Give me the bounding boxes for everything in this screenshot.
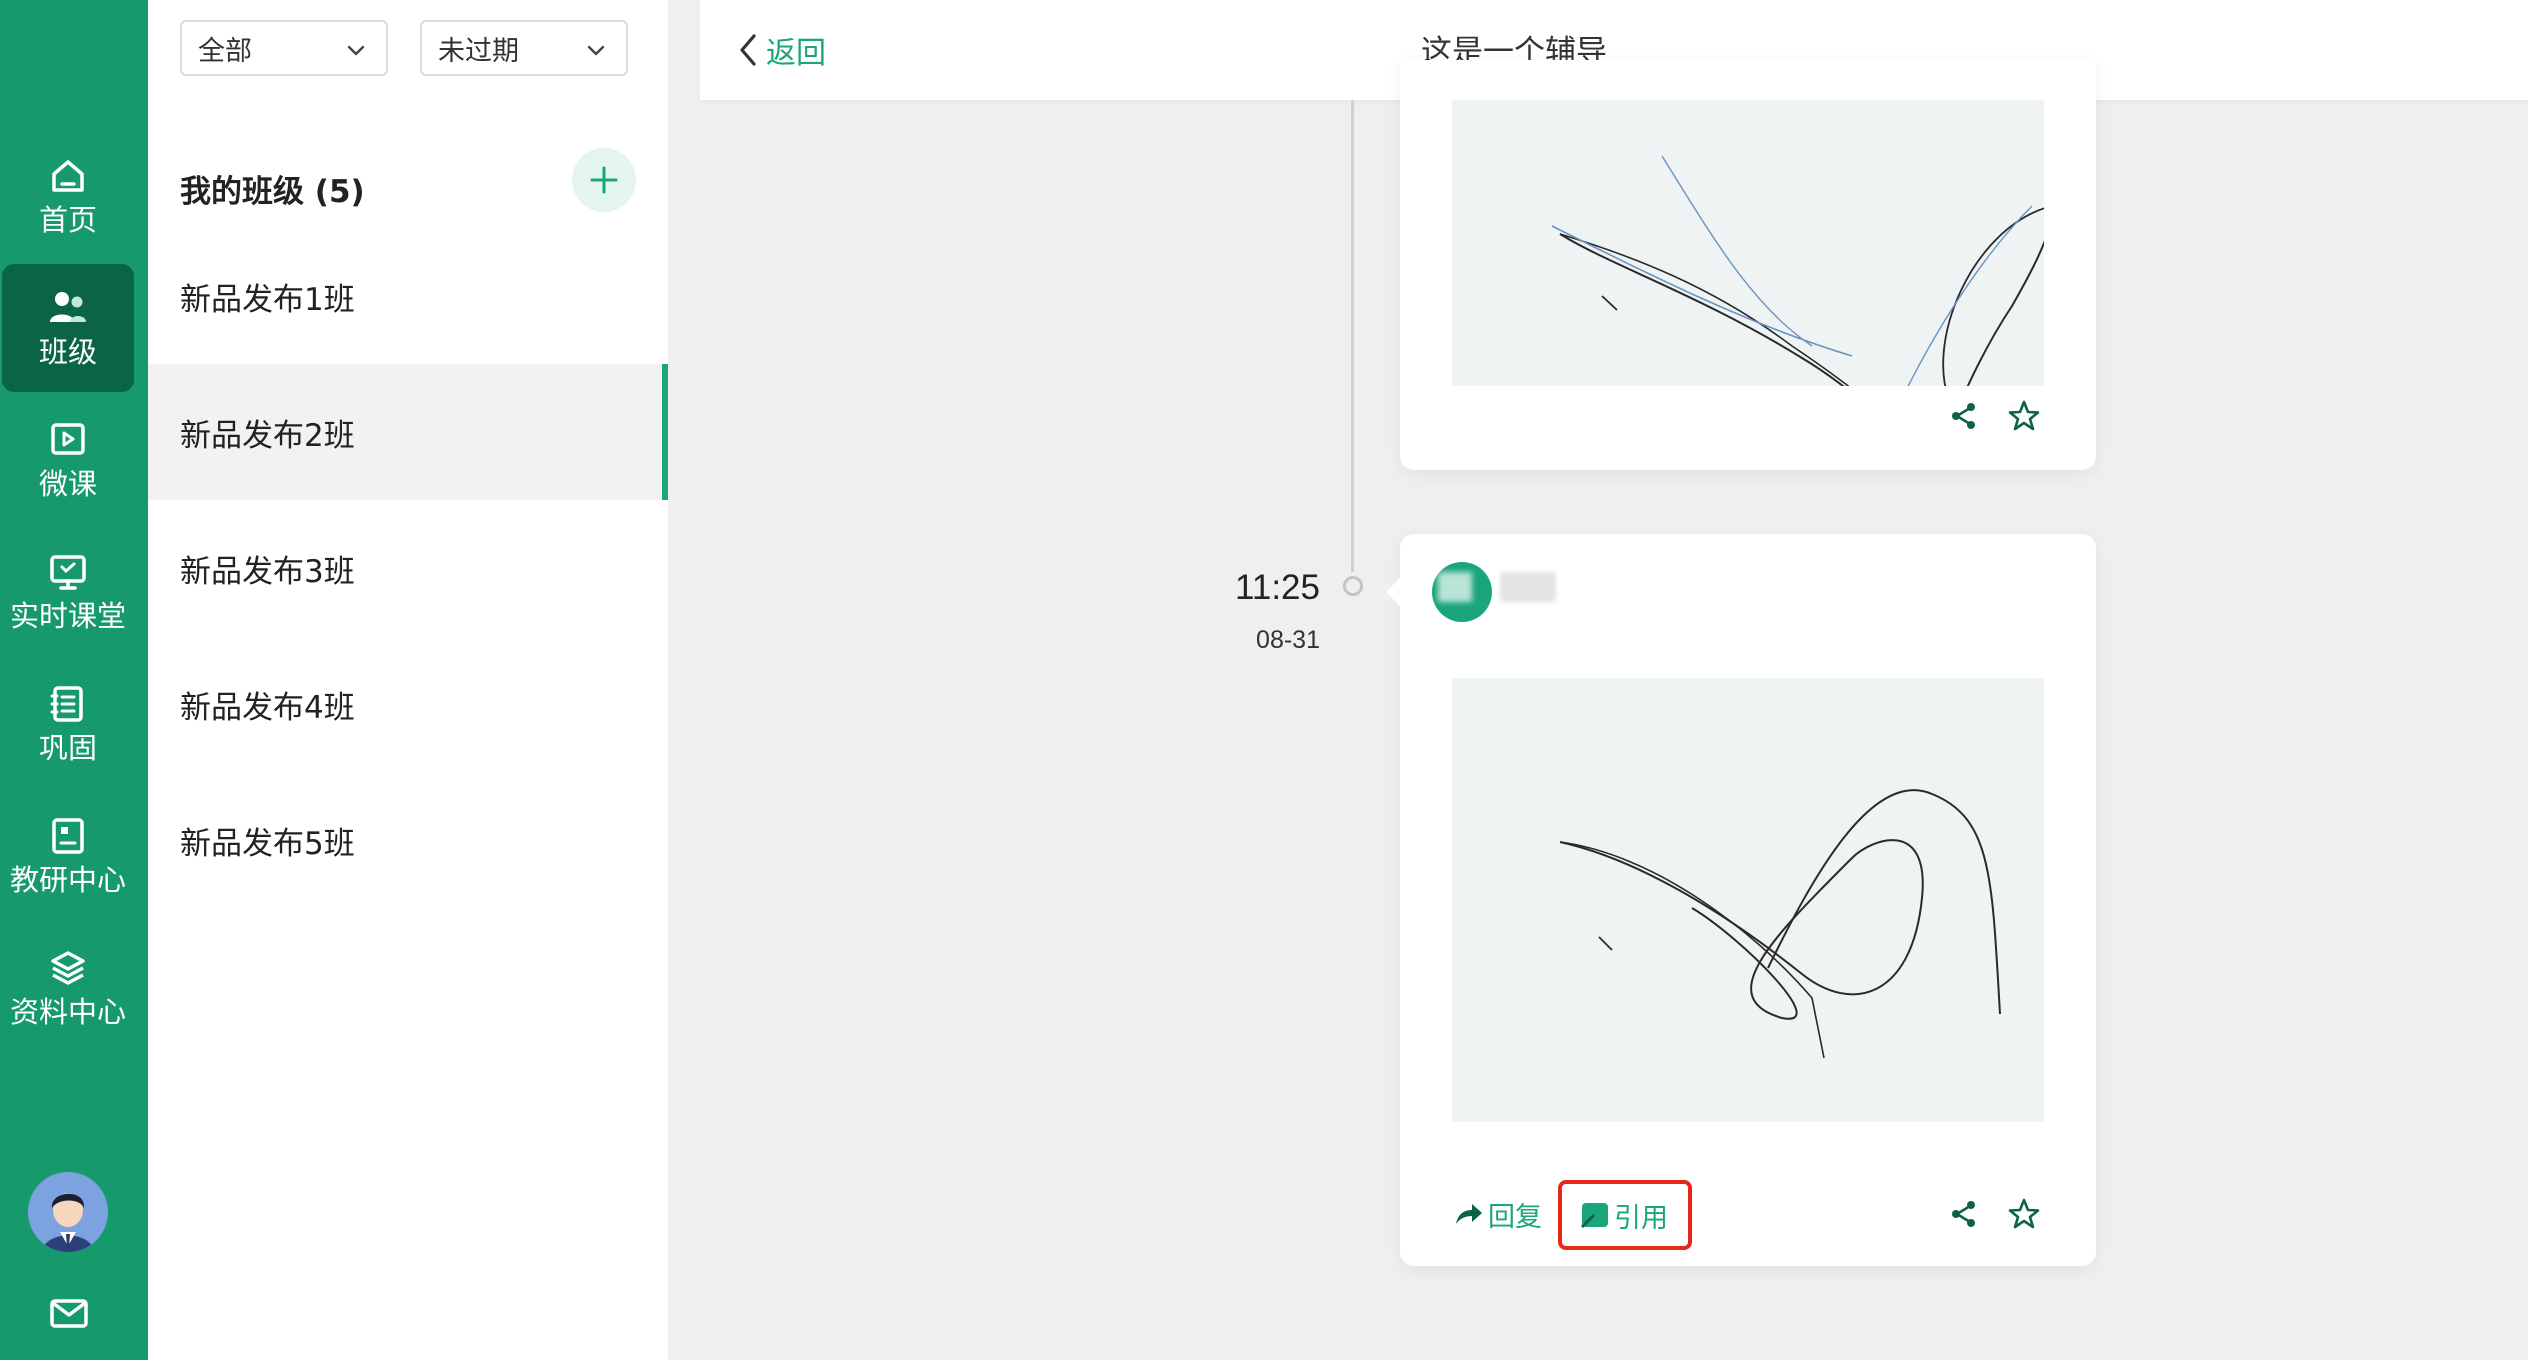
video-icon bbox=[51, 423, 85, 455]
share-icon bbox=[1952, 1201, 1975, 1227]
nav-item-label: 首页 bbox=[38, 203, 97, 237]
handwriting-strokes bbox=[1559, 789, 2001, 1059]
handwriting-strokes bbox=[1551, 155, 2044, 386]
handwriting-image[interactable] bbox=[1452, 678, 2044, 1122]
star-icon bbox=[2008, 400, 2040, 431]
nav-item-label: 教研中心 bbox=[9, 863, 126, 897]
reply-arrow-icon bbox=[1456, 1204, 1482, 1224]
timeline-line bbox=[1351, 100, 1354, 572]
quote-button[interactable]: 引用 bbox=[1558, 1180, 1692, 1250]
favorite-button[interactable] bbox=[2004, 396, 2044, 436]
quote-button-label: 引用 bbox=[1614, 1202, 1668, 1234]
reply-button-label: 回复 bbox=[1488, 1201, 1542, 1233]
class-item[interactable]: 新品发布4班 bbox=[148, 636, 668, 772]
nav-item-home[interactable]: 首页 bbox=[2, 132, 134, 260]
class-item-label: 新品发布4班 bbox=[180, 689, 355, 726]
class-item[interactable]: 新品发布3班 bbox=[148, 500, 668, 636]
author-avatar[interactable] bbox=[1432, 562, 1492, 622]
timeline-dot bbox=[1343, 576, 1363, 596]
nav-item-microcourse[interactable]: 微课 bbox=[2, 396, 134, 524]
home-icon bbox=[52, 160, 84, 192]
author-name-redacted bbox=[1500, 572, 1556, 602]
add-class-button[interactable] bbox=[572, 148, 636, 212]
class-item[interactable]: 新品发布5班 bbox=[148, 772, 668, 908]
class-item-label: 新品发布1班 bbox=[180, 281, 355, 318]
quote-icon bbox=[1580, 1203, 1608, 1229]
notebook-icon bbox=[50, 686, 83, 722]
nav-item-label: 微课 bbox=[38, 467, 97, 501]
author-avatar-blur bbox=[1438, 572, 1472, 602]
post-time: 11:25 bbox=[1235, 568, 1320, 607]
layers-icon bbox=[51, 951, 85, 985]
status-select[interactable]: 未过期 bbox=[420, 20, 628, 76]
nav-item-label: 班级 bbox=[38, 335, 97, 369]
main-nav: 首页 班级 微课 实时课堂 巩固 教研中心 资料中心 bbox=[0, 0, 148, 1360]
my-classes-title: 我的班级 (5) bbox=[180, 174, 365, 210]
class-item-label: 新品发布2班 bbox=[180, 417, 355, 454]
chevron-down-icon bbox=[587, 45, 605, 56]
scope-select[interactable]: 全部 bbox=[180, 20, 388, 76]
nav-item-resource-center[interactable]: 资料中心 bbox=[2, 924, 134, 1052]
post-card bbox=[1400, 60, 2096, 470]
nav-item-label: 实时课堂 bbox=[9, 599, 126, 633]
nav-item-research-center[interactable]: 教研中心 bbox=[2, 792, 134, 920]
nav-item-label: 资料中心 bbox=[9, 995, 126, 1029]
class-item-selected[interactable]: 新品发布2班 bbox=[148, 364, 668, 500]
scope-select-value: 全部 bbox=[198, 35, 252, 67]
mail-icon[interactable] bbox=[48, 1292, 90, 1334]
class-item[interactable]: 新品发布1班 bbox=[148, 228, 668, 364]
nav-item-consolidate[interactable]: 巩固 bbox=[2, 660, 134, 788]
post-date: 08-31 bbox=[1256, 626, 1320, 654]
research-icon bbox=[52, 818, 84, 854]
class-item-label: 新品发布3班 bbox=[180, 553, 355, 590]
presentation-icon bbox=[50, 555, 86, 590]
favorite-button[interactable] bbox=[2004, 1194, 2044, 1234]
share-icon bbox=[1952, 403, 1975, 429]
reply-button[interactable]: 回复 bbox=[1452, 1190, 1542, 1238]
class-item-label: 新品发布5班 bbox=[180, 825, 355, 862]
nav-item-live-class[interactable]: 实时课堂 bbox=[2, 528, 134, 656]
user-avatar[interactable] bbox=[28, 1172, 108, 1252]
star-icon bbox=[2008, 1198, 2040, 1229]
class-panel: 全部 未过期 我的班级 (5) 新品发布1班 新品发布2班 新品发布3班 新品发… bbox=[148, 0, 668, 1360]
user-avatar-illustration bbox=[28, 1172, 108, 1252]
chevron-down-icon bbox=[347, 45, 365, 56]
handwriting-image[interactable] bbox=[1452, 100, 2044, 386]
status-select-value: 未过期 bbox=[438, 35, 519, 67]
nav-item-class[interactable]: 班级 bbox=[2, 264, 134, 392]
users-icon bbox=[50, 292, 86, 322]
share-button[interactable] bbox=[1944, 396, 1984, 436]
plus-icon bbox=[590, 166, 618, 194]
nav-item-label: 巩固 bbox=[38, 731, 97, 765]
post-card: 回复 引用 bbox=[1386, 534, 2096, 1266]
share-button[interactable] bbox=[1944, 1194, 1984, 1234]
